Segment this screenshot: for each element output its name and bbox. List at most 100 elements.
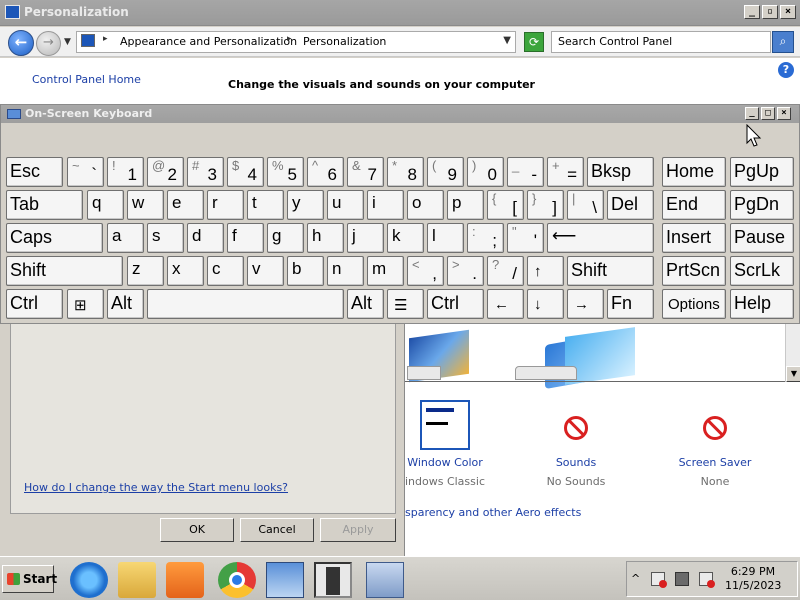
key-t[interactable]: t bbox=[247, 190, 284, 220]
refresh-button[interactable]: ⟳ bbox=[524, 32, 544, 52]
apply-button[interactable]: Apply bbox=[320, 518, 396, 542]
key-u[interactable]: u bbox=[327, 190, 364, 220]
key-ctrl-right[interactable]: Ctrl bbox=[427, 289, 484, 319]
server-manager-icon[interactable] bbox=[314, 562, 352, 598]
key-1[interactable]: ! 1 bbox=[107, 157, 144, 187]
key-4[interactable]: $4 bbox=[227, 157, 264, 187]
key-l[interactable]: l bbox=[427, 223, 464, 253]
key-i[interactable]: i bbox=[367, 190, 404, 220]
key-6[interactable]: ^ 6 bbox=[307, 157, 344, 187]
key-right-arrow[interactable]: → bbox=[567, 289, 604, 319]
key-equals[interactable]: + = bbox=[547, 157, 584, 187]
key-scrlk[interactable]: ScrLk bbox=[730, 256, 794, 286]
network-icon[interactable] bbox=[675, 572, 689, 586]
breadcrumb-appearance[interactable]: Appearance and Personalization bbox=[120, 35, 297, 48]
key-m[interactable]: m bbox=[367, 256, 404, 286]
key-w[interactable]: w bbox=[127, 190, 164, 220]
key-e[interactable]: e bbox=[167, 190, 204, 220]
scroll-down-icon[interactable]: ▼ bbox=[786, 366, 800, 382]
key-backspace[interactable]: Bksp bbox=[587, 157, 654, 187]
recent-pages-dropdown[interactable]: ▼ bbox=[64, 37, 71, 47]
file-explorer-icon[interactable] bbox=[118, 562, 156, 598]
key-space[interactable] bbox=[147, 289, 344, 319]
window-titlebar[interactable]: Personalization _ ▫ × bbox=[0, 0, 800, 26]
key-2[interactable]: @2 bbox=[147, 157, 184, 187]
key-comma[interactable]: <, bbox=[407, 256, 444, 286]
osk-maximize-button[interactable]: □ bbox=[761, 107, 775, 120]
key-j[interactable]: j bbox=[347, 223, 384, 253]
key-enter[interactable]: ⟵ bbox=[547, 223, 654, 253]
key-g[interactable]: g bbox=[267, 223, 304, 253]
ok-button[interactable]: OK bbox=[160, 518, 234, 542]
key-5[interactable]: % 5 bbox=[267, 157, 304, 187]
key-a[interactable]: a bbox=[107, 223, 144, 253]
sounds-option[interactable]: Sounds No Sounds bbox=[516, 400, 636, 488]
address-dropdown-icon[interactable]: ▼ bbox=[503, 35, 511, 46]
chrome-icon[interactable] bbox=[218, 562, 256, 598]
key-semicolon[interactable]: :; bbox=[467, 223, 504, 253]
key-up-arrow[interactable]: ↑ bbox=[527, 256, 564, 286]
key-right-bracket[interactable]: }] bbox=[527, 190, 564, 220]
key-quote[interactable]: " ' bbox=[507, 223, 544, 253]
key-z[interactable]: z bbox=[127, 256, 164, 286]
key-x[interactable]: x bbox=[167, 256, 204, 286]
chevron-right-icon[interactable]: ▸ bbox=[103, 34, 108, 44]
option-label[interactable]: Sounds bbox=[516, 456, 636, 469]
key-backslash[interactable]: | \ bbox=[567, 190, 604, 220]
key-pause[interactable]: Pause bbox=[730, 223, 794, 253]
aero-effects-link[interactable]: sparency and other Aero effects bbox=[405, 506, 581, 519]
key-del[interactable]: Del bbox=[607, 190, 654, 220]
osk-minimize-button[interactable]: _ bbox=[745, 107, 759, 120]
key-insert[interactable]: Insert bbox=[662, 223, 726, 253]
osk-close-button[interactable]: × bbox=[777, 107, 791, 120]
key-q[interactable]: q bbox=[87, 190, 124, 220]
osk-titlebar[interactable]: On-Screen Keyboard _ □ × bbox=[1, 105, 799, 123]
minimize-button[interactable]: _ bbox=[744, 5, 760, 19]
key-left-arrow[interactable]: ← bbox=[487, 289, 524, 319]
key-home[interactable]: Home bbox=[662, 157, 726, 187]
volume-muted-icon[interactable] bbox=[699, 572, 715, 588]
key-alt-right[interactable]: Alt bbox=[347, 289, 384, 319]
key-down-arrow[interactable]: ↓ bbox=[527, 289, 564, 319]
key-tilde[interactable]: ~ ` bbox=[67, 157, 104, 187]
option-label[interactable]: Window Color bbox=[385, 456, 505, 469]
media-player-icon[interactable] bbox=[166, 562, 204, 598]
start-button[interactable]: Start bbox=[2, 565, 57, 593]
back-button[interactable]: ← bbox=[8, 30, 34, 56]
search-icon[interactable]: ⌕ bbox=[772, 31, 794, 53]
key-tab[interactable]: Tab bbox=[6, 190, 83, 220]
start-menu-help-link[interactable]: How do I change the way the Start menu l… bbox=[24, 481, 288, 494]
scrollbar[interactable]: ▼ bbox=[785, 322, 800, 382]
key-3[interactable]: #3 bbox=[187, 157, 224, 187]
key-f[interactable]: f bbox=[227, 223, 264, 253]
key-s[interactable]: s bbox=[147, 223, 184, 253]
key-menu[interactable]: ☰ bbox=[387, 289, 424, 319]
key-d[interactable]: d bbox=[187, 223, 224, 253]
key-left-bracket[interactable]: {[ bbox=[487, 190, 524, 220]
control-panel-taskbar-icon[interactable] bbox=[266, 562, 304, 598]
restore-button[interactable]: ▫ bbox=[762, 5, 778, 19]
key-h[interactable]: h bbox=[307, 223, 344, 253]
address-field[interactable]: ▸ Appearance and Personalization ▸ Perso… bbox=[76, 31, 516, 53]
key-esc[interactable]: Esc bbox=[6, 157, 63, 187]
screen-saver-option[interactable]: Screen Saver None bbox=[655, 400, 775, 488]
key-ctrl-left[interactable]: Ctrl bbox=[6, 289, 63, 319]
cancel-button[interactable]: Cancel bbox=[240, 518, 314, 542]
internet-explorer-icon[interactable] bbox=[70, 562, 108, 598]
key-0[interactable]: ) 0 bbox=[467, 157, 504, 187]
key-7[interactable]: & 7 bbox=[347, 157, 384, 187]
key-9[interactable]: (9 bbox=[427, 157, 464, 187]
close-button[interactable]: × bbox=[780, 5, 796, 19]
key-caps[interactable]: Caps bbox=[6, 223, 103, 253]
key-slash[interactable]: ? / bbox=[487, 256, 524, 286]
show-hidden-icons-icon[interactable]: ^ bbox=[631, 572, 640, 585]
key-minus[interactable]: _ - bbox=[507, 157, 544, 187]
help-icon[interactable]: ? bbox=[778, 62, 794, 78]
key-pgdn[interactable]: PgDn bbox=[730, 190, 794, 220]
on-screen-keyboard-taskbar-icon[interactable] bbox=[366, 562, 404, 598]
key-r[interactable]: r bbox=[207, 190, 244, 220]
key-windows[interactable]: ⊞ bbox=[67, 289, 104, 319]
key-c[interactable]: c bbox=[207, 256, 244, 286]
key-end[interactable]: End bbox=[662, 190, 726, 220]
key-8[interactable]: * 8 bbox=[387, 157, 424, 187]
